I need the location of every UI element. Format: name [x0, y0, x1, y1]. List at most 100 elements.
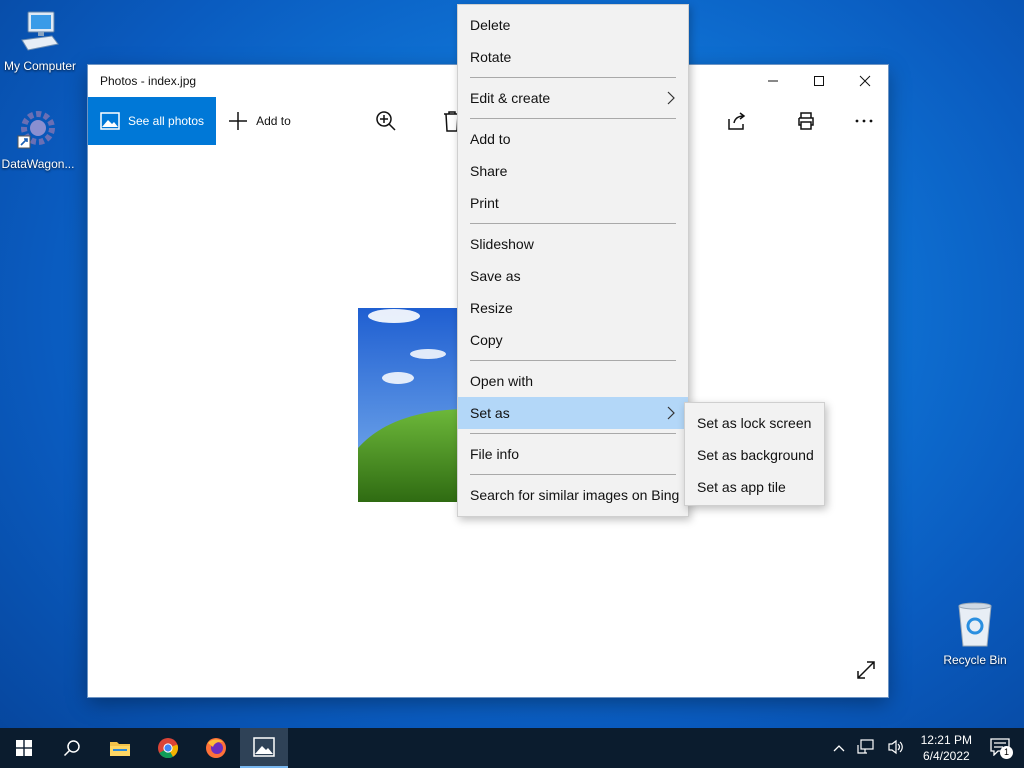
menu-item-label: Rotate [470, 49, 512, 65]
photo-gallery-icon [100, 112, 120, 130]
menu-item-delete[interactable]: Delete [458, 9, 688, 41]
share-button[interactable] [725, 109, 749, 133]
search-button[interactable] [48, 728, 96, 768]
menu-item-search-bing[interactable]: Search for similar images on Bing [458, 479, 688, 511]
search-icon [63, 740, 80, 757]
menu-item-label: Share [470, 163, 508, 179]
submenu-item-app-tile[interactable]: Set as app tile [685, 471, 824, 503]
menu-item-label: Slideshow [470, 236, 534, 252]
chevron-right-icon [667, 91, 675, 105]
submenu-item-lock-screen[interactable]: Set as lock screen [685, 407, 824, 439]
menu-item-open-with[interactable]: Open with [458, 365, 688, 397]
recycle-bin-icon [958, 602, 992, 647]
speaker-icon [888, 739, 903, 754]
menu-item-label: File info [470, 446, 520, 462]
add-to-button[interactable]: Add to [228, 111, 291, 131]
menu-separator [470, 474, 676, 475]
menu-separator [470, 77, 676, 78]
desktop-icon-datawagon[interactable]: DataWagon... [0, 106, 78, 171]
system-tray: 12:21 PM 6/4/2022 1 [827, 728, 1024, 768]
volume-button[interactable] [881, 739, 911, 758]
print-button[interactable] [794, 109, 818, 133]
photos-taskbar-button[interactable] [240, 728, 288, 768]
menu-item-share[interactable]: Share [458, 155, 688, 187]
desktop-icon-label: Recycle Bin [943, 653, 1007, 667]
menu-item-rotate[interactable]: Rotate [458, 41, 688, 73]
minimize-button[interactable] [750, 65, 796, 97]
plus-icon [229, 112, 248, 130]
printer-icon [798, 112, 814, 130]
menu-item-label: Set as [470, 405, 510, 421]
menu-item-label: Save as [470, 268, 521, 284]
file-explorer-button[interactable] [96, 728, 144, 768]
firefox-icon [206, 738, 226, 758]
menu-item-label: Add to [470, 131, 511, 147]
chevron-up-icon [833, 745, 845, 752]
context-menu: Delete Rotate Edit & create Add to Share… [457, 4, 689, 517]
menu-item-label: Print [470, 195, 499, 211]
start-button[interactable] [0, 728, 48, 768]
clock[interactable]: 12:21 PM 6/4/2022 [911, 732, 982, 764]
clock-time: 12:21 PM [920, 733, 972, 747]
chevron-right-icon [667, 406, 675, 420]
menu-item-label: Copy [470, 332, 503, 348]
menu-item-label: Set as background [697, 447, 814, 463]
fullscreen-button[interactable] [856, 660, 876, 685]
firefox-button[interactable] [192, 728, 240, 768]
ellipsis-icon [855, 119, 873, 123]
see-all-photos-label: See all photos [128, 114, 205, 128]
menu-item-edit-create[interactable]: Edit & create [458, 82, 688, 114]
desktop-icon-my-computer[interactable]: My Computer [0, 10, 80, 73]
maximize-button[interactable] [796, 65, 842, 97]
menu-item-label: Search for similar images on Bing [470, 487, 680, 503]
zoom-button[interactable] [374, 109, 398, 133]
menu-item-file-info[interactable]: File info [458, 438, 688, 470]
menu-item-add-to[interactable]: Add to [458, 123, 688, 155]
add-to-label: Add to [256, 114, 291, 128]
windows-logo-icon [16, 740, 32, 756]
menu-item-resize[interactable]: Resize [458, 292, 688, 324]
menu-separator [470, 360, 676, 361]
clock-date: 6/4/2022 [922, 749, 970, 763]
minimize-icon [768, 80, 778, 82]
menu-item-label: Resize [470, 300, 513, 316]
network-button[interactable] [851, 738, 881, 758]
menu-item-set-as[interactable]: Set as [458, 397, 688, 429]
desktop-icon-label: DataWagon... [1, 157, 75, 171]
expand-icon [857, 661, 875, 679]
chrome-icon [158, 738, 179, 759]
computer-icon [21, 11, 59, 51]
close-icon [859, 75, 871, 87]
desktop-icon-recycle-bin[interactable]: Recycle Bin [935, 600, 1015, 667]
close-button[interactable] [842, 65, 888, 97]
photos-app-icon [253, 737, 275, 757]
submenu-item-background[interactable]: Set as background [685, 439, 824, 471]
menu-separator [470, 223, 676, 224]
menu-item-label: Edit & create [470, 90, 551, 106]
show-hidden-icons-button[interactable] [827, 741, 851, 755]
menu-item-label: Set as app tile [697, 479, 786, 495]
menu-item-print[interactable]: Print [458, 187, 688, 219]
more-options-button[interactable] [852, 109, 876, 133]
maximize-icon [814, 76, 824, 86]
set-as-submenu: Set as lock screen Set as background Set… [684, 402, 825, 506]
share-icon [728, 112, 746, 130]
datawagon-icon [17, 111, 55, 149]
menu-item-save-as[interactable]: Save as [458, 260, 688, 292]
see-all-photos-button[interactable]: See all photos [88, 97, 217, 145]
zoom-in-icon [376, 111, 396, 131]
menu-item-label: Open with [470, 373, 534, 389]
desktop-icon-label: My Computer [3, 59, 77, 73]
chrome-button[interactable] [144, 728, 192, 768]
menu-item-copy[interactable]: Copy [458, 324, 688, 356]
menu-separator [470, 433, 676, 434]
notifications-button[interactable]: 1 [982, 737, 1024, 759]
menu-item-label: Delete [470, 17, 511, 33]
taskbar: 12:21 PM 6/4/2022 1 [0, 728, 1024, 768]
menu-separator [470, 118, 676, 119]
notification-count-badge: 1 [1000, 745, 1013, 759]
menu-item-slideshow[interactable]: Slideshow [458, 228, 688, 260]
folder-icon [110, 742, 130, 756]
network-icon [857, 738, 874, 754]
menu-item-label: Set as lock screen [697, 415, 812, 431]
